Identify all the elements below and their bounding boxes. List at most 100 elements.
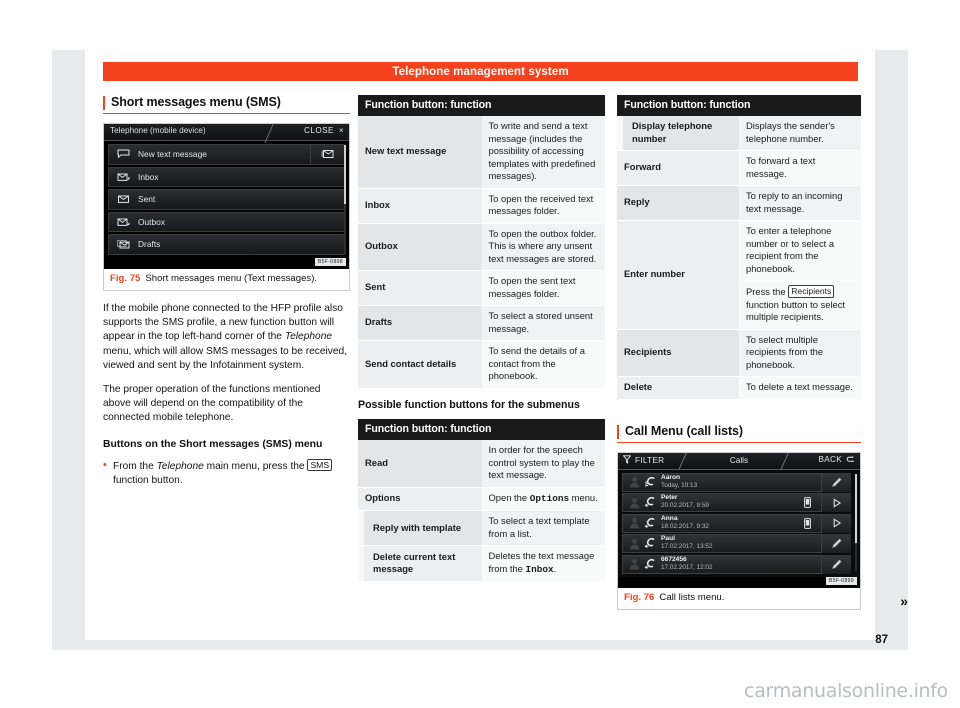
table-cell-key: Read [358, 440, 482, 488]
envelope-draft-icon [116, 239, 131, 250]
value-mono: Inbox [525, 563, 554, 575]
table-cell-key: Send contact details [358, 340, 482, 388]
table-cell-value: To send the details of a contact from th… [481, 340, 605, 388]
call-outgoing-icon [642, 517, 658, 529]
table-cell-value: To write and send a text message (includ… [481, 116, 605, 189]
infotainment-screen-calls: FILTER Calls BACK Aaron Today, 10:13 Pet… [618, 452, 860, 588]
call-list-item[interactable]: Paul 17.02.2017, 13:52 [622, 534, 851, 553]
avatar-icon [626, 558, 642, 570]
call-entry-text: 6672456 17.02.2017, 12:02 [661, 555, 713, 572]
call-timestamp: 20.02.2017, 9:59 [661, 502, 709, 510]
table-header: Function button: function [617, 95, 861, 116]
table-cell-key: Enter number [617, 220, 739, 330]
mmi-item-inbox[interactable]: Inbox [108, 166, 345, 187]
table-cell-value: To reply to an incoming text message. [739, 185, 861, 221]
figure-76-caption: Fig. 76 Call lists menu. [618, 588, 860, 609]
bullet-part-3: function button. [113, 475, 183, 487]
avatar-icon [626, 517, 642, 529]
call-outgoing-icon [642, 497, 658, 508]
table-row: Options Open the Options menu. [358, 487, 605, 512]
mobile-phone-icon [796, 493, 818, 512]
call-entry-text: Aaron Today, 10:13 [661, 474, 697, 490]
mobile-phone-icon [796, 514, 818, 533]
call-list-item[interactable]: Anna 18.02.2017, 9:32 [622, 513, 851, 533]
call-entry-text: Paul 17.02.2017, 13:52 [661, 535, 713, 551]
page-number: 87 [875, 634, 888, 646]
avatar-icon [626, 476, 642, 488]
mmi-item-outbox[interactable]: Outbox [108, 211, 345, 232]
figure-caption-text: Call lists menu. [659, 591, 725, 603]
caller-name: 6672456 [661, 555, 687, 563]
table-cell-value: To select a stored unsent message. [481, 305, 605, 341]
caller-name: Anna [661, 514, 678, 522]
mmi-item-sent[interactable]: Sent [108, 189, 345, 210]
table-row: Delete To delete a text message. [617, 376, 861, 399]
recipients-keycap: Recipients [788, 285, 835, 298]
section-heading-sms: Short messages menu (SMS) [103, 95, 350, 114]
call-outgoing-icon [642, 558, 658, 570]
edit-pencil-icon[interactable] [821, 554, 851, 574]
subheading-sms-buttons: Buttons on the Short messages (SMS) menu [103, 438, 323, 450]
mmi-item-new-text-message[interactable]: New text message [108, 144, 345, 165]
manual-page: Telephone management system Short messag… [0, 0, 960, 708]
table-cell-key: Sent [358, 270, 482, 306]
table-row: Send contact details To send the details… [358, 340, 605, 388]
call-entry-text: Anna 18.02.2017, 9:32 [661, 514, 709, 531]
figure-76: FILTER Calls BACK Aaron Today, 10:13 Pet… [617, 451, 861, 610]
table-header: Function button: function [358, 419, 605, 441]
edit-pencil-icon[interactable] [821, 534, 851, 553]
function-table-3: Function button: function Display teleph… [617, 95, 861, 399]
call-list-item[interactable]: Aaron Today, 10:13 [622, 472, 851, 492]
page-title-text: Telephone management system [392, 65, 569, 78]
table-cell-key: Reply with template [358, 510, 482, 547]
envelope-sent-icon [116, 194, 131, 205]
play-arrow-icon[interactable] [821, 513, 851, 533]
mmi-close-button[interactable]: CLOSE × [304, 126, 344, 135]
figure-number: Fig. 76 [624, 591, 655, 603]
section-heading-call-menu: Call Menu (call lists) [617, 424, 861, 443]
paragraph-compatibility: The proper operation of the functions me… [103, 383, 321, 424]
table-cell-key: Recipients [617, 329, 739, 377]
paragraph-italic-telephone: Telephone [284, 331, 333, 343]
table-cell-value: To select a text template from a list. [481, 510, 605, 547]
mmi-scrollbar[interactable] [343, 145, 346, 253]
bullet-part-2: main menu, press the [203, 460, 308, 472]
back-button[interactable]: BACK [819, 455, 856, 465]
value-post: . [553, 562, 557, 574]
table-cell-key: Reply [617, 185, 739, 221]
mmi-item-label: Inbox [138, 171, 159, 182]
table-row: New text message To write and send a tex… [358, 116, 605, 189]
table-row: Delete current text message Deletes the … [358, 545, 605, 582]
table-cell-value: Deletes the text message from the Inbox. [481, 545, 605, 582]
call-list-item[interactable]: 6672456 17.02.2017, 12:02 [622, 554, 851, 574]
play-arrow-icon[interactable] [821, 493, 851, 512]
table-cell-key: Forward [617, 150, 739, 186]
left-column: Short messages menu (SMS) Telephone (mob… [103, 95, 350, 488]
edit-pencil-icon[interactable] [821, 472, 851, 492]
table-cell-value: Press the Recipients function button to … [739, 280, 861, 330]
calls-scrollbar[interactable] [854, 473, 857, 571]
call-incoming-icon [642, 476, 658, 488]
function-table-2: Function button: function Read In order … [358, 419, 605, 582]
close-icon: × [338, 126, 344, 135]
table-cell-value: Open the Options menu. [481, 487, 605, 512]
table-cell-key: Drafts [358, 305, 482, 341]
table-cell-value: To enter a telephone number or to select… [739, 220, 861, 281]
value-post: menu. [569, 491, 598, 503]
table-row: Recipients To select multiple recipients… [617, 329, 861, 377]
table-row: Outbox To open the outbox folder. This i… [358, 223, 605, 271]
table-cell-key: Options [358, 487, 482, 512]
avatar-icon [626, 497, 642, 509]
table-cell-key: Delete [617, 376, 739, 399]
call-list-item[interactable]: Peter 20.02.2017, 9:59 [622, 493, 851, 512]
table-cell-value: Displays the sender's telephone number. [739, 116, 861, 151]
mmi-item-drafts[interactable]: Drafts [108, 234, 345, 255]
table-cell-value: To open the received text messages folde… [481, 188, 605, 224]
table-header: Function button: function [358, 95, 605, 116]
new-message-icon[interactable] [310, 144, 344, 165]
table-row: Drafts To select a stored unsent message… [358, 305, 605, 341]
mmi-item-label: Drafts [138, 239, 161, 250]
middle-column: Function button: function New text messa… [358, 95, 605, 582]
envelope-out-icon [116, 216, 131, 227]
bullet-italic-telephone: Telephone [156, 460, 204, 472]
